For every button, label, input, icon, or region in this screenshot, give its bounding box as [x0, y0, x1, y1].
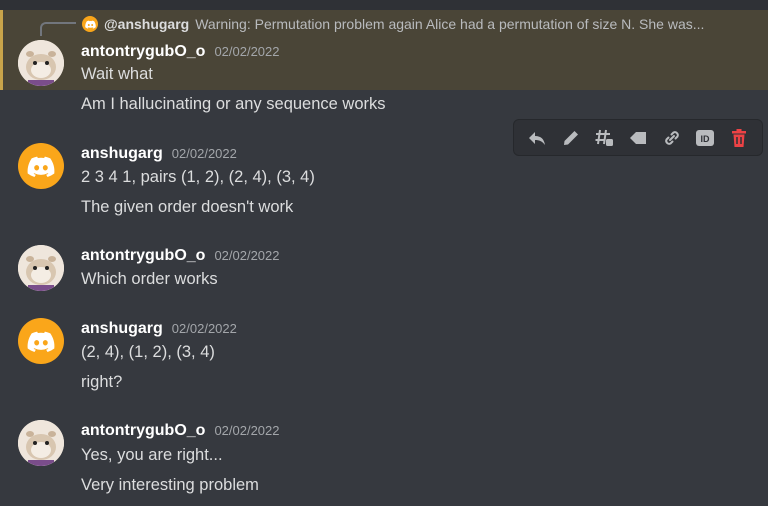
id-badge-text: ID [701, 134, 711, 144]
message-text: 2 3 4 1, pairs (1, 2), (2, 4), (3, 4) [81, 168, 315, 186]
avatar[interactable] [18, 420, 64, 466]
top-strip [0, 0, 768, 10]
message-text: Yes, you are right... [81, 446, 223, 464]
avatar[interactable] [18, 40, 64, 86]
tag-icon[interactable] [625, 125, 651, 151]
avatar[interactable] [18, 245, 64, 291]
author-name[interactable]: antontrygubO_o [81, 43, 205, 61]
message-header: antontrygubO_o 02/02/2022 [81, 43, 280, 61]
message-header: antontrygubO_o 02/02/2022 [81, 247, 280, 265]
author-name[interactable]: anshugarg [81, 145, 163, 163]
message-text: Wait what [81, 65, 153, 83]
discord-logo-icon [27, 331, 55, 352]
timestamp: 02/02/2022 [214, 423, 280, 438]
delete-icon[interactable] [726, 125, 752, 151]
timestamp: 02/02/2022 [171, 321, 237, 336]
avatar[interactable] [18, 318, 64, 364]
author-name[interactable]: anshugarg [81, 320, 163, 338]
reply-spine [40, 22, 76, 36]
reply-author[interactable]: @anshugarg [104, 16, 189, 32]
message-header: anshugarg 02/02/2022 [81, 320, 237, 338]
message-text: Am I hallucinating or any sequence works [81, 95, 386, 113]
hamster-avatar-icon [18, 245, 64, 291]
hamster-avatar-icon [18, 40, 64, 86]
edit-pencil-icon[interactable] [558, 125, 584, 151]
timestamp: 02/02/2022 [214, 44, 280, 59]
create-thread-icon[interactable] [591, 125, 617, 151]
message-header: anshugarg 02/02/2022 [81, 145, 237, 163]
avatar[interactable] [18, 143, 64, 189]
message-text: right? [81, 373, 123, 391]
author-name[interactable]: antontrygubO_o [81, 422, 205, 440]
hamster-avatar-icon [18, 420, 64, 466]
copy-id-icon[interactable]: ID [692, 125, 718, 151]
reply-reference[interactable]: @anshugarg Warning: Permutation problem … [82, 13, 762, 35]
author-name[interactable]: antontrygubO_o [81, 247, 205, 265]
message-actions-toolbar: ID [513, 119, 763, 156]
message-text: (2, 4), (1, 2), (3, 4) [81, 343, 215, 361]
message-text: Very interesting problem [81, 476, 259, 494]
message-text: The given order doesn't work [81, 198, 294, 216]
message-text: Which order works [81, 270, 218, 288]
discord-logo-icon [82, 16, 98, 32]
timestamp: 02/02/2022 [171, 146, 237, 161]
reply-icon[interactable] [524, 125, 550, 151]
timestamp: 02/02/2022 [214, 248, 280, 263]
discord-logo-icon [27, 156, 55, 177]
reply-preview-text[interactable]: Warning: Permutation problem again Alice… [195, 16, 704, 32]
message-header: antontrygubO_o 02/02/2022 [81, 422, 280, 440]
copy-link-icon[interactable] [659, 125, 685, 151]
